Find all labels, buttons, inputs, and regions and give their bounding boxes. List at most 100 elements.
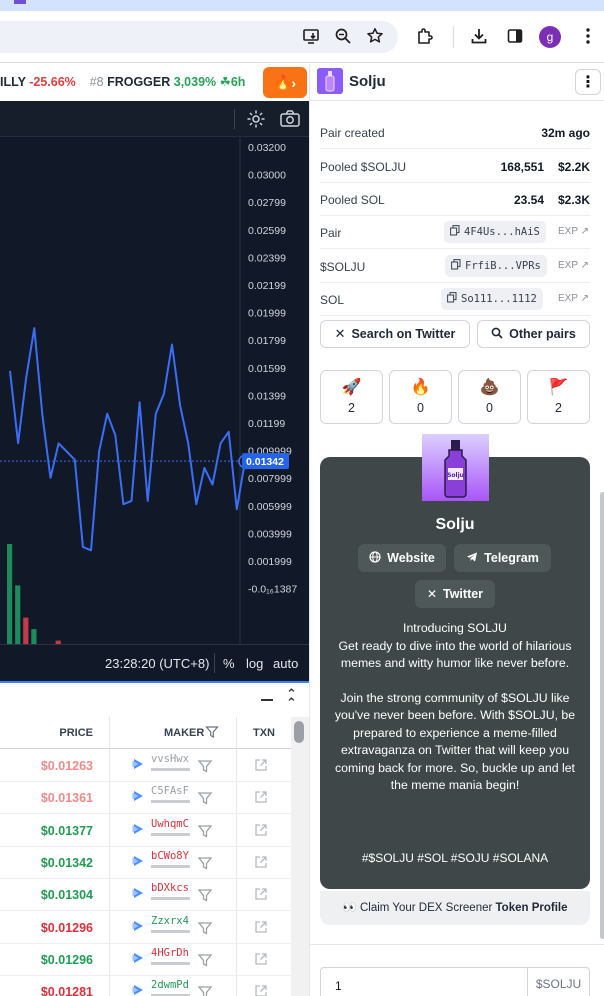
token-explorer-link[interactable]: EXP ↗ bbox=[558, 260, 589, 271]
rocket-icon: 🚀 bbox=[341, 379, 362, 396]
pooled-sol-usd: $2.3K bbox=[557, 193, 590, 207]
pair-created-label: Pair created bbox=[320, 126, 385, 140]
description-heading: Introducing SOLJU bbox=[403, 621, 507, 635]
external-link-icon[interactable] bbox=[254, 887, 268, 901]
table-row[interactable]: $0.01263 vvsHwx bbox=[0, 750, 291, 782]
trades-scrollbar-thumb[interactable] bbox=[294, 721, 304, 743]
minimize-icon[interactable] bbox=[261, 699, 273, 701]
sol-address-copy[interactable]: So111...1112 bbox=[441, 288, 543, 310]
eyes-icon: 👀 bbox=[342, 902, 357, 914]
price-line bbox=[9, 327, 246, 552]
trending-button[interactable]: 🔥 › bbox=[263, 67, 307, 98]
chevron-right-icon: › bbox=[291, 74, 297, 91]
globe-icon bbox=[369, 550, 381, 566]
price-chart[interactable]: 0.03200 0.03000 0.02799 0.02599 0.02399 0.021… bbox=[0, 137, 309, 716]
price-tick-label: 0.005999 bbox=[248, 501, 292, 513]
chart-area: ILLY -25.66% #8 FROGGER 3,039% ☘6h 🔥 › 0… bbox=[0, 64, 309, 996]
sol-explorer-link[interactable]: EXP ↗ bbox=[558, 293, 589, 304]
star-icon[interactable] bbox=[363, 24, 387, 48]
txn-column-header[interactable]: TXN bbox=[253, 727, 275, 739]
rocket-reaction[interactable]: 🚀 2 bbox=[320, 370, 383, 424]
copy-icon bbox=[447, 292, 457, 306]
claim-profile-link[interactable]: 👀 Claim Your DEX Screener Token Profile bbox=[320, 891, 590, 925]
poop-reaction[interactable]: 💩 0 bbox=[458, 370, 521, 424]
twitter-button[interactable]: ✕ Twitter bbox=[415, 580, 495, 608]
maker-filter-icon[interactable] bbox=[205, 725, 219, 742]
auto-scale-toggle[interactable]: auto bbox=[273, 656, 298, 671]
external-link-icon[interactable] bbox=[254, 758, 268, 772]
table-row[interactable]: $0.01377 UwhqmC bbox=[0, 815, 291, 847]
pooled-token-usd: $2.2K bbox=[557, 160, 590, 174]
price-tick-label: 0.02799 bbox=[248, 197, 286, 209]
pair-explorer-link[interactable]: EXP ↗ bbox=[558, 226, 589, 237]
maker-address[interactable]: 2dwmPd bbox=[151, 979, 189, 991]
maker-address[interactable]: bCWo8Y bbox=[151, 850, 189, 862]
percent-scale-toggle[interactable]: % bbox=[223, 656, 235, 671]
price-tick-label: 0.02599 bbox=[248, 225, 286, 237]
more-icon[interactable] bbox=[576, 24, 600, 48]
chart-clock: 23:28:20 (UTC+8) bbox=[105, 656, 210, 671]
telegram-button[interactable]: Telegram bbox=[454, 544, 551, 572]
pair-address-copy[interactable]: 4F4Us...hAiS bbox=[444, 221, 546, 243]
copy-icon bbox=[451, 259, 461, 273]
panel-scrollbar[interactable] bbox=[600, 492, 604, 939]
external-link-icon[interactable] bbox=[254, 855, 268, 869]
external-link-icon[interactable] bbox=[254, 952, 268, 966]
ticker-prev-name[interactable]: ILLY bbox=[0, 75, 26, 89]
external-link-icon[interactable] bbox=[254, 920, 268, 934]
search-twitter-button[interactable]: ✕ Search on Twitter bbox=[320, 320, 470, 348]
filter-icon[interactable] bbox=[197, 984, 213, 996]
collapse-up-icon[interactable]: ⌃ ⌃ bbox=[286, 687, 297, 709]
filter-icon[interactable] bbox=[197, 823, 213, 839]
maker-address[interactable]: C5FAsF bbox=[151, 785, 189, 797]
claim-bold: Token Profile bbox=[495, 902, 568, 914]
pair-address: 4F4Us...hAiS bbox=[464, 226, 540, 238]
amount-input[interactable]: 1 $SOLJU bbox=[320, 967, 590, 996]
install-icon[interactable] bbox=[299, 24, 323, 48]
filter-icon[interactable] bbox=[197, 790, 213, 806]
settings-icon[interactable] bbox=[246, 109, 266, 134]
trades-scrollbar[interactable] bbox=[291, 717, 309, 996]
maker-address[interactable]: UwhqmC bbox=[151, 818, 189, 830]
external-link-icon[interactable] bbox=[254, 984, 268, 996]
external-link-icon[interactable] bbox=[254, 790, 268, 804]
table-row[interactable]: $0.01342 bCWo8Y bbox=[0, 847, 291, 879]
table-row[interactable]: $0.01281 2dwmPd bbox=[0, 976, 291, 996]
price-tick-label: 0.03000 bbox=[248, 170, 286, 182]
fire-reaction[interactable]: 🔥 0 bbox=[389, 370, 452, 424]
table-row[interactable]: $0.01296 4HGrDh bbox=[0, 944, 291, 976]
camera-icon[interactable] bbox=[279, 109, 301, 134]
rocket-count: 2 bbox=[348, 401, 355, 415]
filter-icon[interactable] bbox=[197, 758, 213, 774]
maker-address[interactable]: 4HGrDh bbox=[151, 947, 189, 959]
website-button[interactable]: Website bbox=[358, 544, 446, 572]
maker-address[interactable]: Zzxrx4 bbox=[151, 915, 189, 927]
table-row[interactable]: $0.01296 Zzxrx4 bbox=[0, 912, 291, 944]
maker-column-header[interactable]: MAKER bbox=[164, 727, 204, 739]
zoom-icon[interactable] bbox=[331, 24, 355, 48]
external-link-icon[interactable] bbox=[254, 823, 268, 837]
trades-panel-bar: ⌃ ⌃ bbox=[0, 681, 309, 717]
filter-icon[interactable] bbox=[197, 952, 213, 968]
filter-icon[interactable] bbox=[197, 887, 213, 903]
profile-avatar[interactable]: g bbox=[539, 26, 561, 48]
other-pairs-button[interactable]: Other pairs bbox=[477, 320, 590, 348]
download-icon[interactable] bbox=[467, 24, 491, 48]
ticker-name[interactable]: FROGGER bbox=[107, 75, 170, 89]
filter-icon[interactable] bbox=[197, 920, 213, 936]
trending-ticker: ILLY -25.66% #8 FROGGER 3,039% ☘6h 🔥 › bbox=[0, 64, 309, 101]
flag-reaction[interactable]: 🚩 2 bbox=[527, 370, 590, 424]
table-row[interactable]: $0.01361 C5FAsF bbox=[0, 782, 291, 815]
maker-address[interactable]: bDXkcs bbox=[151, 882, 189, 894]
red-flag-icon: 🚩 bbox=[548, 379, 569, 396]
token-address-copy[interactable]: FrfiB...VPRs bbox=[445, 255, 547, 277]
price-column-header[interactable]: PRICE bbox=[59, 727, 93, 739]
maker-address[interactable]: vvsHwx bbox=[151, 753, 189, 765]
extensions-icon[interactable] bbox=[413, 24, 437, 48]
more-options-icon[interactable]: ⋮ bbox=[575, 69, 601, 95]
filter-icon[interactable] bbox=[197, 855, 213, 871]
table-row[interactable]: $0.01304 bDXkcs bbox=[0, 879, 291, 912]
sidepanel-icon[interactable] bbox=[503, 24, 527, 48]
ticker-rank: #8 bbox=[89, 75, 104, 89]
log-scale-toggle[interactable]: log bbox=[246, 656, 263, 671]
